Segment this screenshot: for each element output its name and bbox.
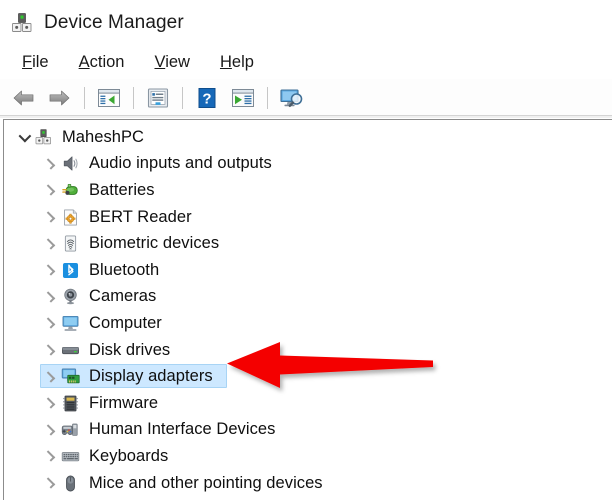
computer-device-icon	[34, 128, 53, 147]
tree-item-label: Keyboards	[89, 446, 169, 465]
chevron-right-icon[interactable]	[42, 448, 59, 465]
device-tree: MaheshPC Audio inputs and outputs Batter…	[4, 120, 612, 496]
bluetooth-icon	[61, 261, 80, 280]
tree-item-label: Cameras	[89, 287, 157, 306]
menu-help[interactable]: Help	[208, 51, 266, 74]
window-title: Device Manager	[44, 12, 184, 33]
tree-item-bluetooth[interactable]: Bluetooth	[4, 257, 612, 284]
title-bar: Device Manager	[0, 0, 612, 46]
tree-item-label: Display adapters	[89, 367, 213, 386]
firmware-chip-icon	[61, 394, 80, 413]
toolbar-separator-3	[182, 86, 183, 109]
show-hide-tree-button[interactable]	[94, 84, 124, 112]
menu-help-rest: elp	[231, 52, 254, 71]
tree-item-label: Batteries	[89, 180, 155, 199]
help-button[interactable]: ?	[192, 84, 222, 112]
camera-icon	[61, 287, 80, 306]
battery-icon	[61, 181, 80, 200]
forward-arrow-icon	[49, 90, 70, 105]
chevron-right-icon[interactable]	[42, 262, 59, 279]
tree-item-audio-inputs-and-outputs[interactable]: Audio inputs and outputs	[4, 151, 612, 178]
device-manager-window: Device Manager File Action View Help ? M…	[0, 0, 612, 500]
toolbar-separator-2	[133, 86, 134, 109]
chevron-right-icon[interactable]	[42, 235, 59, 252]
tree-item-label: Computer	[89, 313, 162, 332]
chevron-right-icon[interactable]	[42, 288, 59, 305]
tree-root-label: MaheshPC	[62, 127, 145, 146]
menu-file-accel: F	[22, 52, 33, 71]
toolbar-separator-4	[267, 86, 268, 109]
back-arrow-icon	[13, 90, 34, 105]
scan-hardware-button[interactable]	[277, 84, 307, 112]
speaker-icon	[61, 154, 80, 173]
disk-drive-icon	[61, 341, 80, 360]
toolbar: ?	[0, 79, 612, 116]
tree-item-biometric-devices[interactable]: Biometric devices	[4, 230, 612, 257]
chevron-right-icon[interactable]	[42, 475, 59, 492]
tree-item-display-adapters[interactable]: Display adapters	[4, 363, 612, 390]
back-button[interactable]	[9, 84, 39, 112]
chevron-right-icon[interactable]	[42, 421, 59, 438]
tree-item-label: Biometric devices	[89, 234, 220, 253]
tree-item-label: Audio inputs and outputs	[89, 154, 272, 173]
fingerprint-icon	[61, 234, 80, 253]
tree-item-human-interface-devices[interactable]: Human Interface Devices	[4, 417, 612, 444]
device-tree-pane[interactable]: MaheshPC Audio inputs and outputs Batter…	[3, 119, 612, 500]
tree-item-mice-and-other-pointing-devices[interactable]: Mice and other pointing devices	[4, 470, 612, 497]
gamepad-hid-icon	[61, 420, 80, 439]
bert-reader-icon	[61, 208, 80, 227]
chevron-right-icon[interactable]	[42, 395, 59, 412]
menu-action-accel: A	[78, 52, 90, 71]
toolbar-divider-shadow	[0, 116, 612, 118]
chevron-right-icon[interactable]	[42, 209, 59, 226]
forward-button[interactable]	[45, 84, 75, 112]
tree-item-keyboards[interactable]: Keyboards	[4, 443, 612, 470]
update-driver-icon	[232, 88, 254, 107]
tree-item-bert-reader[interactable]: BERT Reader	[4, 204, 612, 231]
chevron-down-icon[interactable]	[15, 129, 32, 146]
tree-item-computer[interactable]: Computer	[4, 310, 612, 337]
tree-root-maheshpc[interactable]: MaheshPC	[4, 124, 612, 151]
device-manager-icon	[10, 11, 34, 35]
chevron-right-icon[interactable]	[42, 155, 59, 172]
tree-item-label: Human Interface Devices	[89, 420, 276, 439]
tree-item-firmware[interactable]: Firmware	[4, 390, 612, 417]
display-adapter-icon	[61, 367, 80, 386]
chevron-right-icon[interactable]	[42, 182, 59, 199]
mouse-icon	[61, 474, 80, 493]
menu-action[interactable]: Action	[67, 51, 137, 74]
update-driver-button[interactable]	[228, 84, 258, 112]
tree-item-label: Mice and other pointing devices	[89, 473, 323, 492]
tree-item-label: Firmware	[89, 393, 159, 412]
toolbar-separator-1	[84, 86, 85, 109]
tree-item-disk-drives[interactable]: Disk drives	[4, 337, 612, 364]
tree-item-label: Disk drives	[89, 340, 171, 359]
tree-item-label: BERT Reader	[89, 207, 192, 226]
menu-view-accel: V	[154, 52, 166, 71]
menu-view-rest: iew	[165, 52, 190, 71]
tree-item-label: Bluetooth	[89, 260, 160, 279]
tree-item-batteries[interactable]: Batteries	[4, 177, 612, 204]
keyboard-icon	[61, 447, 80, 466]
menu-action-rest: ction	[89, 52, 125, 71]
monitor-icon	[61, 314, 80, 333]
svg-text:?: ?	[202, 90, 211, 107]
tree-item-cameras[interactable]: Cameras	[4, 284, 612, 311]
chevron-right-icon[interactable]	[42, 342, 59, 359]
properties-window-icon	[147, 87, 169, 108]
help-question-icon: ?	[198, 87, 216, 108]
menu-view[interactable]: View	[142, 51, 201, 74]
scan-hardware-changes-icon	[280, 88, 303, 107]
menu-file-rest: ile	[32, 52, 49, 71]
chevron-right-icon[interactable]	[42, 315, 59, 332]
console-tree-icon	[98, 88, 120, 107]
menu-bar: File Action View Help	[0, 46, 612, 78]
properties-button[interactable]	[143, 84, 173, 112]
menu-file[interactable]: File	[10, 51, 61, 74]
menu-help-accel: H	[219, 52, 232, 71]
